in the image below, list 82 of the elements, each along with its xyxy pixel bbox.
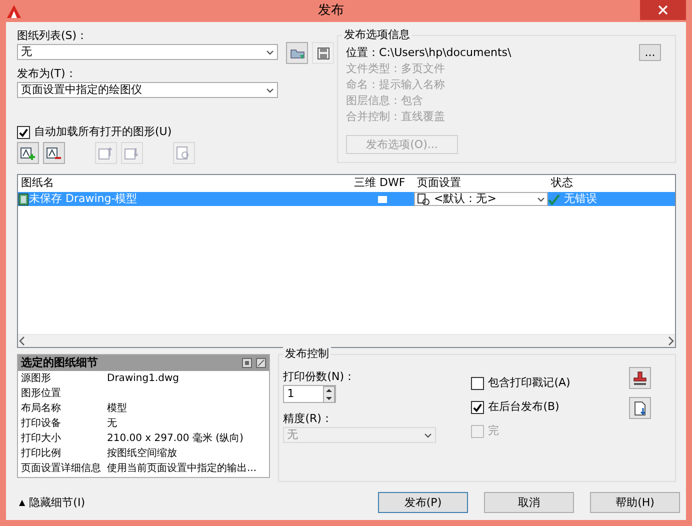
dropdown-value: <默认：无> bbox=[434, 192, 496, 206]
restore-icon[interactable] bbox=[242, 358, 252, 368]
document-icon bbox=[633, 400, 648, 416]
save-icon bbox=[316, 46, 330, 60]
dwf-checkbox[interactable] bbox=[378, 196, 387, 202]
export-button[interactable] bbox=[629, 397, 652, 419]
detail-label: 打印比例 bbox=[21, 446, 62, 461]
stamp-settings-button[interactable] bbox=[629, 367, 652, 389]
detail-value: Drawing1.dwg bbox=[107, 372, 180, 386]
checkbox[interactable] bbox=[17, 126, 30, 138]
info-text: 图层信息：包含 bbox=[346, 93, 424, 109]
detail-label: 打印大小 bbox=[21, 432, 62, 446]
location-text: 位置：C:\Users\hp\documents\ bbox=[346, 44, 512, 60]
dropdown-caret-icon bbox=[537, 196, 545, 202]
close-button[interactable] bbox=[640, 0, 686, 20]
page-setup-dropdown[interactable]: <默认：无> bbox=[414, 192, 548, 206]
checkbox[interactable] bbox=[471, 400, 484, 414]
dropdown-caret-icon bbox=[266, 86, 274, 94]
detail-label: 源图形 bbox=[21, 372, 52, 386]
field-label: 精度(R)： bbox=[283, 411, 334, 427]
column-header: 页面设置 bbox=[416, 175, 462, 191]
dropdown-value: 无 bbox=[287, 427, 298, 443]
checkbox-label: 完 bbox=[488, 423, 500, 439]
table-row[interactable]: 未保存 Drawing-模型 <默认：无> 无错误 bbox=[18, 192, 675, 206]
checkbox-label: 包含打印戳记(A) bbox=[488, 375, 570, 391]
detail-label: 图形位置 bbox=[21, 386, 62, 401]
panel-title: 选定的图纸细节 bbox=[21, 355, 98, 371]
spin-arrows-icon[interactable] bbox=[323, 386, 336, 403]
checkbox-label: 在后台发布(B) bbox=[488, 399, 560, 415]
load-button[interactable] bbox=[286, 42, 308, 64]
column-header: 状态 bbox=[550, 175, 574, 191]
dropdown-caret-icon bbox=[266, 48, 274, 56]
sheet-icon bbox=[18, 192, 29, 206]
dropdown-value: 无 bbox=[21, 44, 32, 60]
help-button[interactable]: 帮助(H) bbox=[590, 492, 680, 513]
close-icon bbox=[658, 5, 668, 15]
page-setup-icon bbox=[417, 193, 430, 205]
field-label: 图纸列表(S)： bbox=[17, 28, 89, 44]
cancel-button[interactable]: 取消 bbox=[484, 492, 574, 513]
checkbox[interactable] bbox=[471, 376, 484, 390]
detail-value: 模型 bbox=[107, 402, 128, 416]
stamp-icon bbox=[632, 370, 648, 386]
column-header: 图纸名 bbox=[20, 175, 55, 191]
app-logo-icon bbox=[6, 4, 22, 18]
detail-label: 页面设置详细信息 bbox=[21, 462, 102, 476]
sheet-list-dropdown[interactable]: 无 bbox=[17, 44, 278, 60]
add-sheet-icon bbox=[20, 146, 36, 160]
copies-spinner[interactable]: 1 bbox=[283, 385, 336, 403]
detail-label: 布局名称 bbox=[21, 402, 62, 416]
spinner-value: 1 bbox=[286, 386, 296, 402]
move-up-icon bbox=[98, 146, 114, 160]
detail-value: 无 bbox=[107, 417, 118, 431]
save-button[interactable] bbox=[312, 42, 334, 64]
move-down-icon bbox=[124, 146, 140, 160]
checkmark-icon bbox=[548, 194, 560, 204]
detail-value: 210.00 x 297.00 毫米 (纵向) bbox=[107, 432, 244, 446]
info-text: 合并控制：直线覆盖 bbox=[346, 109, 446, 125]
expand-icon[interactable] bbox=[256, 358, 266, 368]
info-text: 文件类型：多页文件 bbox=[346, 61, 446, 77]
hide-details-toggle[interactable]: ▲ 隐藏细节(I) bbox=[19, 494, 85, 510]
window-title: 发布 bbox=[317, 3, 345, 19]
column-header: 三维 DWF bbox=[353, 175, 406, 191]
publish-button[interactable]: 发布(P) bbox=[378, 492, 468, 513]
dropdown-caret-icon bbox=[424, 432, 432, 438]
info-text: 命名：提示输入名称 bbox=[346, 77, 446, 93]
horizontal-scrollbar[interactable] bbox=[18, 334, 675, 347]
detail-value: 按图纸空间缩放 bbox=[107, 446, 178, 461]
field-label: 发布为(T)： bbox=[17, 66, 78, 82]
toolbar-button[interactable] bbox=[17, 142, 39, 164]
checkmark-icon bbox=[18, 126, 29, 138]
dropdown-value: 页面设置中指定的绘图仪 bbox=[21, 82, 142, 98]
checkbox-label: 自动加载所有打开的图形(U) bbox=[34, 124, 172, 140]
checkmark-icon bbox=[472, 402, 484, 412]
detail-value: 使用当前页面设置中指定的输出... bbox=[107, 462, 258, 476]
remove-sheet-icon bbox=[46, 146, 62, 160]
browse-button[interactable]: ... bbox=[639, 44, 661, 61]
toolbar-button[interactable] bbox=[43, 142, 65, 164]
field-label: 打印份数(N)： bbox=[283, 369, 356, 385]
status-text: 无错误 bbox=[564, 192, 597, 206]
detail-label: 打印设备 bbox=[21, 416, 62, 431]
publish-to-dropdown[interactable]: 页面设置中指定的绘图仪 bbox=[17, 82, 278, 98]
sheet-name: 未保存 Drawing-模型 bbox=[29, 192, 138, 206]
